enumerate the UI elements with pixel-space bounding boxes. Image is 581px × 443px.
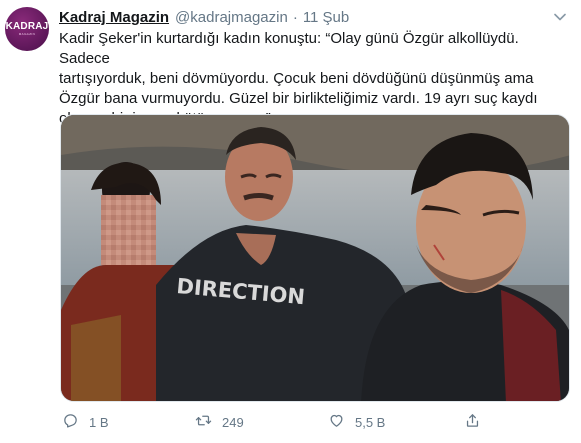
timestamp[interactable]: 11 Şub <box>303 9 349 26</box>
retweet-count: 249 <box>222 414 244 430</box>
heart-icon <box>328 412 345 432</box>
tweet-actions: 1 B 249 5,5 B <box>62 408 562 436</box>
like-button[interactable]: 5,5 B <box>328 412 385 432</box>
user-handle[interactable]: @kadrajmagazin <box>175 9 288 26</box>
reply-count: 1 B <box>89 414 109 430</box>
retweet-icon <box>195 412 212 432</box>
reply-icon <box>62 412 79 432</box>
share-icon <box>464 412 481 432</box>
separator-dot: · <box>292 9 298 26</box>
display-name[interactable]: Kadraj Magazin <box>59 9 169 26</box>
avatar-logo-subtext: MAGAZIN <box>18 32 36 36</box>
tweet-photo[interactable]: DIRECTION <box>60 114 570 402</box>
reply-button[interactable]: 1 B <box>62 412 109 432</box>
like-count: 5,5 B <box>355 414 386 430</box>
tweet-header: Kadraj Magazin @kadrajmagazin · 11 Şub <box>59 9 551 29</box>
tweet-card[interactable]: KADRAJ MAGAZIN Kadraj Magazin @kadrajmag… <box>0 0 581 443</box>
share-button[interactable] <box>464 412 481 432</box>
avatar[interactable]: KADRAJ MAGAZIN <box>5 7 49 51</box>
retweet-button[interactable]: 249 <box>195 412 244 432</box>
chevron-down-icon[interactable] <box>553 10 567 24</box>
avatar-logo-text: KADRAJ <box>5 21 49 32</box>
